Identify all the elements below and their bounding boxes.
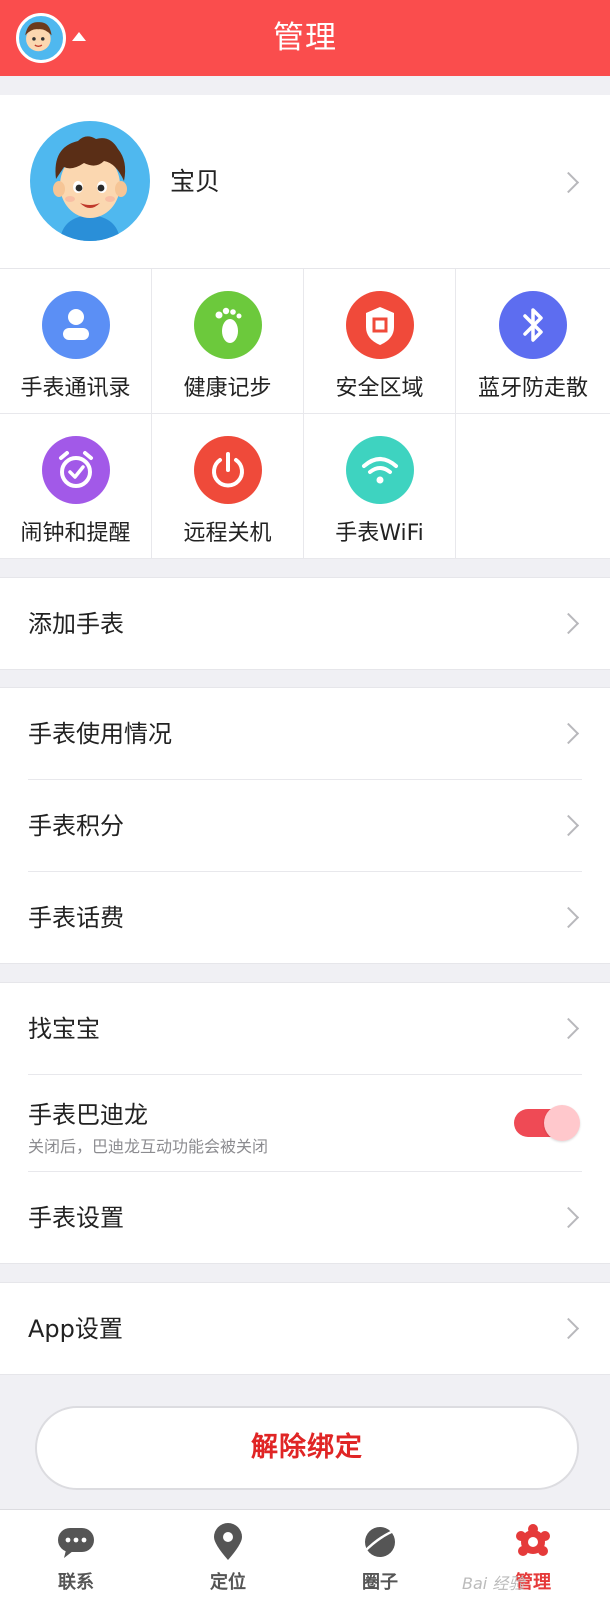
feature-watch-wifi[interactable]: 手表WiFi	[304, 414, 456, 559]
tab-label: 定位	[210, 1572, 246, 1593]
badilong-toggle[interactable]	[514, 1105, 580, 1141]
add-watch-card: 添加手表	[0, 577, 610, 670]
chevron-right-icon	[557, 906, 580, 929]
tab-label: 圈子	[362, 1572, 398, 1593]
watch-settings-label: 手表设置	[28, 1204, 124, 1232]
child-avatar	[30, 121, 150, 241]
tab-label: 联系	[58, 1572, 94, 1593]
app-settings-card: App设置	[0, 1282, 610, 1375]
contacts-icon	[41, 291, 110, 359]
add-watch-row[interactable]: 添加手表	[0, 578, 610, 670]
chat-bubble-icon	[58, 1528, 94, 1558]
toggle-knob	[544, 1105, 580, 1141]
feature-alarm-reminder[interactable]: 闹钟和提醒	[0, 414, 152, 559]
chevron-right-icon	[557, 171, 580, 194]
feature-empty-cell	[456, 414, 610, 559]
feature-grid: 手表通讯录 健康记步 安全区域 蓝牙防走散 闹钟和提醒 远程关机 手表WiFi	[0, 269, 610, 559]
feature-label: 安全区域	[335, 376, 424, 401]
watch-billing-row[interactable]: 手表话费	[0, 872, 610, 964]
boy-avatar-icon	[53, 136, 127, 241]
feature-label: 远程关机	[183, 521, 272, 546]
chevron-right-icon	[557, 612, 580, 635]
page-title: 管理	[273, 20, 337, 56]
feature-label: 手表WiFi	[335, 521, 424, 546]
tab-circle[interactable]: 圈子	[304, 1510, 456, 1600]
feature-label: 健康记步	[183, 376, 272, 401]
chevron-right-icon	[557, 1206, 580, 1229]
watch-points-row[interactable]: 手表积分	[0, 780, 610, 872]
watch-settings-row[interactable]: 手表设置	[0, 1172, 610, 1264]
chevron-right-icon	[557, 722, 580, 745]
watch-billing-label: 手表话费	[28, 904, 124, 932]
watch-usage-label: 手表使用情况	[28, 720, 172, 748]
add-watch-label: 添加手表	[28, 610, 124, 638]
app-settings-label: App设置	[28, 1315, 123, 1343]
feature-label: 闹钟和提醒	[20, 521, 131, 546]
find-baby-row[interactable]: 找宝宝	[0, 983, 610, 1075]
watch-points-label: 手表积分	[28, 812, 124, 840]
badilong-description: 关闭后，巴迪龙互动功能会被关闭	[28, 1137, 269, 1156]
feature-label: 手表通讯录	[20, 376, 131, 401]
feature-bluetooth-antilost[interactable]: 蓝牙防走散	[456, 269, 610, 414]
unbind-button[interactable]: 解除绑定	[35, 1406, 579, 1490]
watermark-text: Bai 经验	[462, 1574, 525, 1593]
chevron-right-icon	[557, 814, 580, 837]
child-name: 宝贝	[170, 167, 221, 196]
footprint-icon	[193, 291, 262, 359]
power-icon	[193, 436, 262, 504]
tab-location[interactable]: 定位	[152, 1510, 304, 1600]
app-settings-row[interactable]: App设置	[0, 1283, 610, 1375]
chevron-right-icon	[557, 1317, 580, 1340]
wifi-icon	[345, 436, 414, 504]
badilong-row: 手表巴迪龙 关闭后，巴迪龙互动功能会被关闭	[0, 1075, 610, 1172]
feature-health-steps[interactable]: 健康记步	[152, 269, 304, 414]
find-baby-label: 找宝宝	[28, 1015, 100, 1043]
watch-usage-row[interactable]: 手表使用情况	[0, 688, 610, 780]
alarm-clock-icon	[41, 436, 110, 504]
badilong-label: 手表巴迪龙	[28, 1101, 148, 1129]
shield-icon	[345, 291, 414, 359]
top-bar: 管理	[0, 0, 610, 76]
tab-contact[interactable]: 联系	[0, 1510, 152, 1600]
watch-settings-card: 找宝宝 手表巴迪龙 关闭后，巴迪龙互动功能会被关闭 手表设置	[0, 982, 610, 1264]
feature-safe-zone[interactable]: 安全区域	[304, 269, 456, 414]
feature-label: 蓝牙防走散	[477, 376, 588, 401]
feature-remote-shutdown[interactable]: 远程关机	[152, 414, 304, 559]
child-profile-row[interactable]: 宝贝	[0, 95, 610, 269]
planet-icon	[363, 1527, 397, 1557]
feature-watch-contacts[interactable]: 手表通讯录	[0, 269, 152, 414]
watch-info-card: 手表使用情况 手表积分 手表话费	[0, 687, 610, 964]
chevron-right-icon	[557, 1017, 580, 1040]
manage-icon	[516, 1524, 550, 1556]
location-pin-icon	[214, 1523, 242, 1560]
bluetooth-icon	[499, 291, 567, 359]
